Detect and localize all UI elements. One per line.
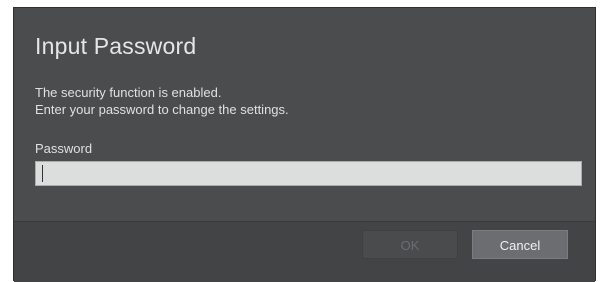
password-label: Password [35, 141, 93, 156]
text-caret [42, 165, 43, 182]
cancel-button[interactable]: Cancel [472, 230, 568, 259]
dialog-title: Input Password [35, 33, 197, 59]
dialog-body: Input Password The security function is … [14, 8, 595, 221]
ok-button[interactable]: OK [362, 230, 458, 259]
password-input[interactable] [35, 161, 582, 186]
message-line-1: The security function is enabled. [35, 85, 222, 100]
message-line-2: Enter your password to change the settin… [35, 102, 289, 117]
dialog-message: The security function is enabled. Enter … [35, 84, 289, 118]
